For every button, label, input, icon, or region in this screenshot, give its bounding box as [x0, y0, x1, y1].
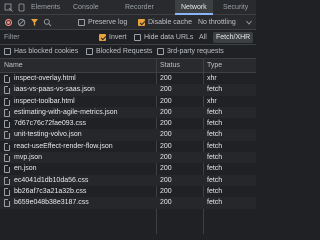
file-icon — [4, 154, 10, 163]
request-status: 200 — [160, 142, 172, 150]
file-icon — [4, 131, 10, 140]
column-name[interactable]: Name — [4, 59, 23, 73]
request-status: 200 — [160, 176, 172, 184]
inspect-element-icon[interactable] — [4, 3, 13, 12]
tab-security[interactable]: Security — [223, 0, 248, 15]
blocked-cookies-label: Has blocked cookies — [14, 48, 79, 55]
table-row[interactable]: b659e048b38e3187.css 200 fetch — [0, 197, 256, 209]
column-status[interactable]: Status — [160, 59, 180, 73]
file-icon — [4, 199, 10, 208]
request-type: xhr — [207, 97, 217, 105]
request-name: iaas-vs-paas-vs-saas.json — [14, 86, 95, 94]
file-icon — [4, 165, 10, 174]
table-row[interactable]: react-useEffect-render-flow.json 200 fetch — [0, 141, 256, 152]
file-icon — [4, 86, 10, 95]
hide-data-urls-label: Hide data URLs — [144, 34, 194, 41]
request-status: 200 — [160, 154, 172, 162]
table-row[interactable]: inspect-overlay.html 200 xhr — [0, 73, 256, 84]
request-name: react-useEffect-render-flow.json — [14, 142, 113, 150]
filter-input[interactable]: Filter — [4, 32, 84, 43]
request-name: en.json — [14, 165, 37, 173]
invert-checkbox[interactable] — [99, 34, 106, 41]
search-icon[interactable] — [43, 18, 52, 27]
record-icon[interactable] — [4, 18, 13, 27]
request-type: fetch — [207, 176, 223, 184]
column-type[interactable]: Type — [207, 59, 222, 73]
file-icon — [4, 142, 10, 151]
blocked-requests-label: Blocked Requests — [96, 48, 153, 55]
request-name: unit-testing-volvo.json — [14, 131, 82, 139]
request-status: 200 — [160, 75, 172, 82]
file-icon — [4, 97, 10, 106]
request-type: fetch — [207, 120, 223, 128]
filter-bar: Filter Invert Hide data URLs All Fetch/X… — [0, 30, 256, 45]
throttling-select[interactable]: No throttling — [198, 15, 236, 30]
request-name: inspect-overlay.html — [14, 75, 76, 82]
filter-icon[interactable] — [30, 18, 39, 27]
requests-list: inspect-overlay.html 200 xhr iaas-vs-paas-… — [0, 73, 256, 209]
request-type: fetch — [207, 187, 223, 195]
hide-data-urls-checkbox[interactable] — [134, 34, 141, 41]
request-type: fetch — [207, 131, 223, 139]
filter-fetch-xhr[interactable]: Fetch/XHR — [213, 32, 254, 43]
blocked-requests-checkbox[interactable] — [86, 48, 93, 55]
file-icon — [4, 75, 10, 83]
request-name: estimating-with-agile-metrics.json — [14, 108, 118, 116]
table-row[interactable]: inspect-toolbar.html 200 xhr — [0, 96, 256, 107]
request-status: 200 — [160, 108, 172, 116]
request-type: fetch — [207, 142, 223, 150]
request-status: 200 — [160, 97, 172, 105]
blocked-cookies-checkbox[interactable] — [4, 48, 11, 55]
request-status: 200 — [160, 86, 172, 94]
request-name: bb26af7c3a21a32b.css — [14, 187, 87, 195]
request-status: 200 — [160, 187, 172, 195]
table-row[interactable]: unit-testing-volvo.json 200 fetch — [0, 129, 256, 141]
file-icon — [4, 108, 10, 117]
clear-icon[interactable] — [17, 18, 26, 27]
request-type: fetch — [207, 165, 223, 173]
request-type: fetch — [207, 108, 223, 116]
tab-elements[interactable]: Elements — [31, 0, 60, 15]
third-party-checkbox[interactable] — [157, 48, 164, 55]
table-row[interactable]: estimating-with-agile-metrics.json 200 fet… — [0, 106, 256, 119]
requests-table-header: Name Status Type — [0, 59, 256, 73]
request-name: ec4041d1db10da56.css — [14, 176, 89, 184]
request-type: fetch — [207, 86, 223, 94]
disable-cache-label: Disable cache — [148, 19, 192, 26]
disable-cache-checkbox[interactable] — [138, 19, 145, 26]
request-name: 7d67c76c72fae093.css — [14, 120, 86, 128]
invert-label: Invert — [109, 34, 127, 41]
preserve-log-label: Preserve log — [88, 19, 128, 26]
network-toolbar: Preserve log Disable cache No throttling — [0, 15, 256, 30]
request-status: 200 — [160, 199, 172, 207]
filter-all[interactable]: All — [196, 32, 210, 43]
table-row[interactable]: iaas-vs-paas-vs-saas.json 200 fetch — [0, 84, 256, 96]
table-row[interactable]: bb26af7c3a21a32b.css 200 fetch — [0, 186, 256, 197]
request-name: inspect-toolbar.html — [14, 97, 75, 105]
devtools-tab-bar: Elements Console Recorder Network Securi… — [0, 0, 256, 15]
file-icon — [4, 120, 10, 129]
request-status: 200 — [160, 131, 172, 139]
file-icon — [4, 187, 10, 196]
request-status: 200 — [160, 120, 172, 128]
request-name: mvp.json — [14, 154, 43, 162]
request-name: b659e048b38e3187.css — [14, 199, 89, 207]
chevron-down-icon[interactable] — [246, 20, 252, 25]
file-icon — [4, 176, 10, 185]
third-party-label: 3rd-party requests — [167, 48, 224, 55]
tab-network[interactable]: Network — [175, 0, 213, 15]
request-type: xhr — [207, 75, 217, 82]
table-row[interactable]: ec4041d1db10da56.css 200 fetch — [0, 174, 256, 186]
request-options-bar: Has blocked cookies Blocked Requests 3rd… — [0, 45, 256, 59]
tab-console[interactable]: Console — [73, 0, 99, 15]
request-type: fetch — [207, 154, 223, 162]
device-toolbar-icon[interactable] — [17, 3, 26, 12]
table-row[interactable]: 7d67c76c72fae093.css 200 fetch — [0, 118, 256, 129]
request-type: fetch — [207, 199, 223, 207]
request-status: 200 — [160, 165, 172, 173]
tab-recorder[interactable]: Recorder — [125, 0, 154, 15]
table-row[interactable]: en.json 200 fetch — [0, 163, 256, 174]
table-row[interactable]: mvp.json 200 fetch — [0, 152, 256, 164]
preserve-log-checkbox[interactable] — [78, 19, 85, 26]
